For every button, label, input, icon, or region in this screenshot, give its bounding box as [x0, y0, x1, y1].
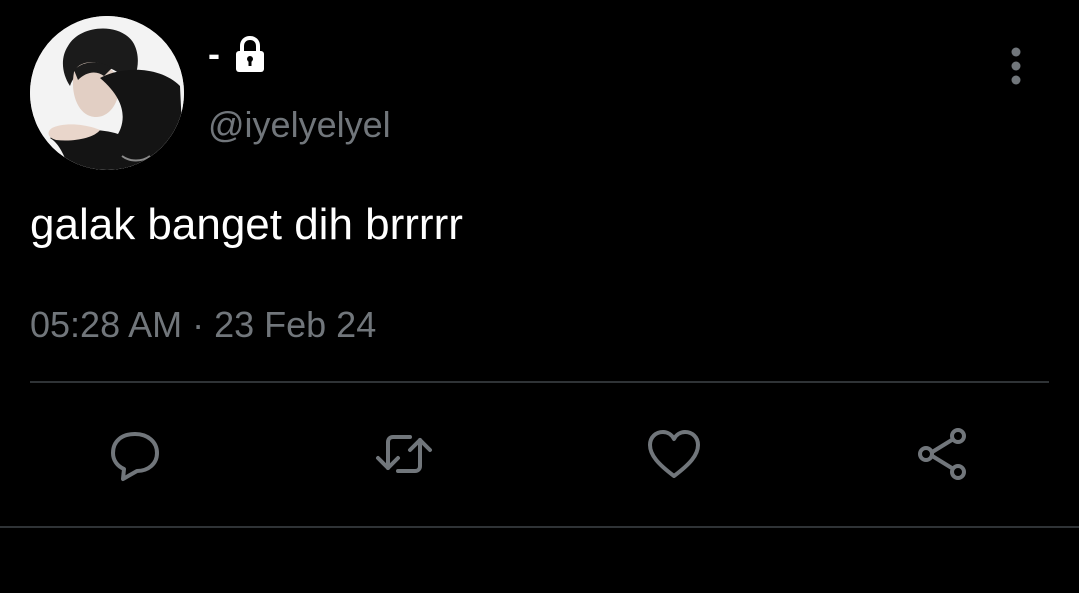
display-name-text: - — [208, 33, 220, 74]
retweet-icon — [376, 435, 432, 473]
display-name[interactable]: - — [208, 32, 270, 76]
reply-button[interactable] — [103, 422, 167, 486]
share-icon — [918, 428, 966, 480]
more-options-button[interactable] — [996, 44, 1036, 88]
avatar-image — [30, 16, 184, 170]
tweet-text: galak banget dih brrrrr — [30, 200, 463, 249]
user-handle[interactable]: @iyelyelyel — [208, 104, 391, 146]
share-button[interactable] — [911, 422, 975, 486]
tweet-timestamp[interactable]: 05:28 AM · 23 Feb 24 — [30, 304, 376, 346]
like-button[interactable] — [642, 422, 706, 486]
heart-icon — [648, 430, 700, 478]
lock-icon — [230, 34, 270, 74]
avatar[interactable] — [30, 16, 184, 170]
retweet-button[interactable] — [372, 422, 436, 486]
divider — [0, 526, 1079, 528]
divider — [30, 381, 1049, 383]
more-vertical-icon — [1011, 47, 1021, 85]
tweet: - @iyelyelyel galak banget dih brrrrr 05… — [0, 0, 1079, 593]
reply-icon — [111, 432, 159, 481]
